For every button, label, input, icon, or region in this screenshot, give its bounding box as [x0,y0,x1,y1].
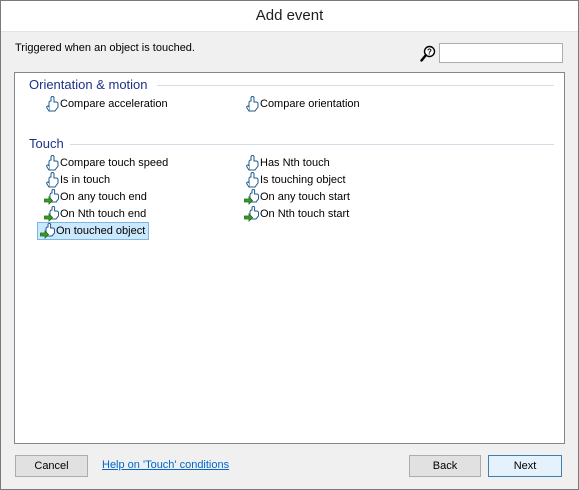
touch-trigger-icon [244,189,259,205]
item-label: On any touch start [260,191,350,203]
touch-condition-icon [246,172,259,188]
touch-trigger-icon [40,223,55,239]
search-input[interactable] [439,43,563,63]
list-item-is-in-touch[interactable]: Is in touch [41,171,114,189]
list-item-compare-touch-speed[interactable]: Compare touch speed [41,154,172,172]
group-divider [70,144,554,145]
add-event-dialog: Add event Triggered when an object is to… [0,0,579,490]
touch-condition-icon [46,172,59,188]
touch-trigger-icon [44,206,59,222]
cancel-button[interactable]: Cancel [15,455,88,477]
item-label: Has Nth touch [260,157,330,169]
search-icon: ? [420,45,436,62]
touch-trigger-icon [244,206,259,222]
group-header-touch: Touch [29,136,64,151]
list-item-is-touching-object[interactable]: Is touching object [241,171,350,189]
list-item-on-touched-object[interactable]: On touched object [37,222,150,240]
help-link[interactable]: Help on 'Touch' conditions [102,459,229,471]
group-header-orientation-motion: Orientation & motion [29,77,148,92]
list-item-compare-acceleration[interactable]: Compare acceleration [41,95,172,113]
list-item-has-nth-touch[interactable]: Has Nth touch [241,154,334,172]
touch-trigger-icon [44,189,59,205]
touch-condition-icon [46,155,59,171]
item-label: Is touching object [260,174,346,186]
touch-condition-icon [246,155,259,171]
list-item-on-any-touch-end[interactable]: On any touch end [41,188,151,206]
list-item-on-any-touch-start[interactable]: On any touch start [241,188,354,206]
item-label: On touched object [56,225,146,237]
item-label: Is in touch [60,174,111,186]
touch-condition-icon [46,96,59,112]
item-label: Compare acceleration [60,98,168,110]
next-button[interactable]: Next [488,455,562,477]
title-bar: Add event [1,1,578,32]
back-button[interactable]: Back [409,455,481,477]
list-item-on-nth-touch-end[interactable]: On Nth touch end [41,205,150,223]
item-label: Compare touch speed [60,157,169,169]
item-label: On any touch end [60,191,147,203]
window-title: Add event [255,7,324,24]
dialog-body: Triggered when an object is touched. ? O… [1,32,578,489]
touch-condition-icon [246,96,259,112]
group-divider [157,85,554,86]
item-label: On Nth touch start [260,208,350,220]
item-label: Compare orientation [260,98,360,110]
list-item-on-nth-touch-start[interactable]: On Nth touch start [241,205,353,223]
event-list: Orientation & motion Compare acceleratio… [14,72,565,444]
svg-text:?: ? [427,47,432,56]
item-label: On Nth touch end [60,208,147,220]
event-description: Triggered when an object is touched. [15,42,195,54]
list-item-compare-orientation[interactable]: Compare orientation [241,95,364,113]
